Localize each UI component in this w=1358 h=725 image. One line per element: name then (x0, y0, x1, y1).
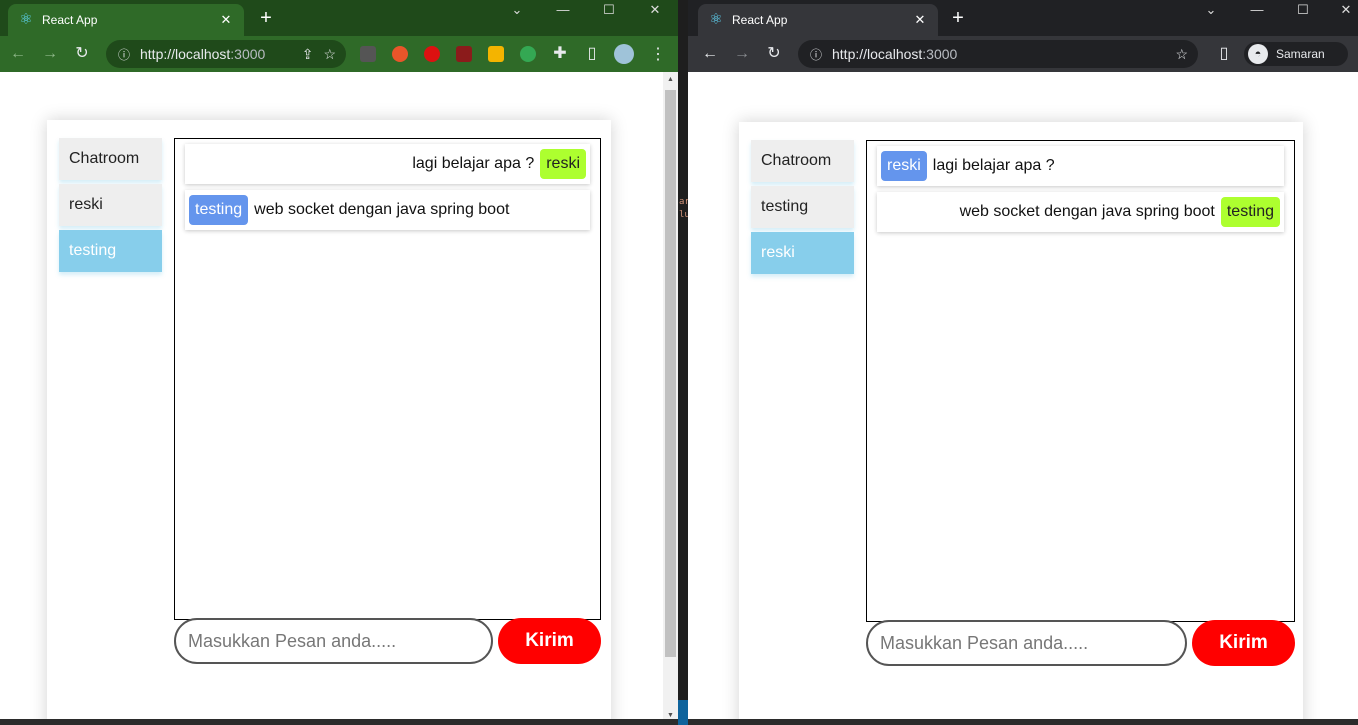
window-close-icon[interactable]: ✕ (1334, 2, 1358, 18)
chat-container: Chatroom reski testing lagi belajar apa … (47, 120, 611, 725)
plus-icon[interactable]: + (948, 7, 968, 30)
page-viewport: Chatroom reski testing lagi belajar apa … (0, 72, 678, 725)
incognito-profile[interactable]: ◓ Samaran (1244, 42, 1348, 66)
sender-badge: testing (1220, 197, 1280, 227)
reload-icon[interactable]: ↻ (72, 44, 92, 64)
message-text: web socket dengan java spring boot (254, 201, 510, 218)
extension-icon[interactable] (520, 46, 536, 62)
kebab-icon[interactable]: ⋮ (650, 44, 666, 64)
member-item-testing[interactable]: testing (751, 186, 854, 228)
scroll-thumb[interactable] (665, 90, 676, 657)
plus-icon[interactable]: + (256, 7, 276, 30)
profile-avatar[interactable] (614, 44, 634, 64)
message-text: lagi belajar apa ? (932, 157, 1055, 174)
sender-badge: reski (540, 149, 586, 179)
address-bar[interactable]: ⓘ http://localhost:3000 ☆ (798, 40, 1198, 68)
extension-icon[interactable] (360, 46, 376, 62)
sidepanel-icon[interactable]: ▯ (582, 44, 602, 64)
address-bar[interactable]: ⓘ http://localhost:3000 ⇪ ☆ (106, 40, 346, 68)
forward-icon[interactable]: → (40, 44, 60, 64)
duckduckgo-icon[interactable] (392, 46, 408, 62)
member-item-chatroom[interactable]: Chatroom (59, 138, 162, 180)
star-icon[interactable]: ☆ (323, 46, 336, 63)
member-item-chatroom[interactable]: Chatroom (751, 140, 854, 182)
member-item-reski[interactable]: reski (751, 232, 854, 274)
puzzle-icon[interactable]: ✚ (550, 44, 570, 64)
editor-statusbar (678, 700, 688, 725)
back-icon[interactable]: ← (8, 44, 28, 64)
background-editor: ar lu (678, 0, 690, 725)
tab-search-icon[interactable]: ⌄ (505, 2, 529, 18)
message-item: reski lagi belajar apa ? (877, 146, 1284, 186)
tab-title: React App (732, 13, 788, 27)
minimize-icon[interactable]: — (551, 2, 575, 17)
tab-search-icon[interactable]: ⌄ (1199, 2, 1223, 18)
page-viewport: Chatroom testing reski reski lagi belaja… (688, 72, 1358, 725)
browser-tab[interactable]: ⚛ React App ✕ (698, 4, 938, 36)
message-input[interactable]: Masukkan Pesan anda..... (866, 620, 1187, 666)
browser-toolbar: ← → ↻ ⓘ http://localhost:3000 ⇪ ☆ ✚ ▯ ⋮ (0, 36, 678, 72)
sidepanel-icon[interactable]: ▯ (1214, 44, 1234, 64)
close-icon[interactable]: ✕ (912, 12, 928, 28)
url-text: http://localhost:3000 (832, 46, 958, 62)
sender-badge: testing (189, 195, 249, 225)
react-logo-icon: ⚛ (19, 11, 33, 28)
message-list: reski lagi belajar apa ? web socket deng… (866, 140, 1295, 622)
tab-strip: ⚛ React App ✕ + ⌄ — ☐ ✕ (0, 0, 678, 36)
message-item: lagi belajar apa ? reski (185, 144, 590, 184)
extension-icon[interactable] (456, 46, 472, 62)
info-icon[interactable]: ⓘ (808, 46, 824, 63)
scrollbar[interactable]: ▲ ▼ (663, 72, 678, 725)
close-icon[interactable]: ✕ (218, 12, 234, 28)
window-close-icon[interactable]: ✕ (643, 2, 667, 18)
info-icon[interactable]: ⓘ (116, 46, 132, 63)
minimize-icon[interactable]: — (1245, 2, 1269, 17)
taskbar-strip (688, 719, 1358, 725)
member-list: Chatroom testing reski (751, 140, 854, 278)
message-item: testing web socket dengan java spring bo… (185, 190, 590, 230)
reload-icon[interactable]: ↻ (764, 44, 784, 64)
send-row: Masukkan Pesan anda..... Kirim (866, 620, 1295, 668)
tab-strip: ⚛ React App ✕ + ⌄ — ☐ ✕ (688, 0, 1358, 36)
url-text: http://localhost:3000 (140, 46, 266, 62)
message-input[interactable]: Masukkan Pesan anda..... (174, 618, 493, 664)
star-icon[interactable]: ☆ (1175, 46, 1188, 63)
share-icon[interactable]: ⇪ (302, 46, 314, 63)
message-text: lagi belajar apa ? (412, 155, 535, 172)
message-list: lagi belajar apa ? reski testing web soc… (174, 138, 601, 620)
browser-toolbar: ← → ↻ ⓘ http://localhost:3000 ☆ ▯ ◓ Sama… (688, 36, 1358, 72)
back-icon[interactable]: ← (700, 44, 720, 64)
scroll-up-icon[interactable]: ▲ (663, 76, 678, 83)
maximize-icon[interactable]: ☐ (1291, 2, 1315, 18)
browser-window-left: ⚛ React App ✕ + ⌄ — ☐ ✕ ← → ↻ ⓘ http://l… (0, 0, 678, 725)
extension-icon[interactable] (488, 46, 504, 62)
send-button[interactable]: Kirim (498, 618, 601, 664)
browser-tab[interactable]: ⚛ React App ✕ (8, 4, 244, 36)
taskbar-strip (0, 719, 678, 725)
member-item-reski[interactable]: reski (59, 184, 162, 226)
tab-title: React App (42, 13, 98, 27)
send-row: Masukkan Pesan anda..... Kirim (174, 618, 601, 666)
sender-badge: reski (881, 151, 927, 181)
browser-window-right: ⚛ React App ✕ + ⌄ — ☐ ✕ ← → ↻ ⓘ http://l… (688, 0, 1358, 725)
maximize-icon[interactable]: ☐ (597, 2, 621, 18)
message-item: web socket dengan java spring boot testi… (877, 192, 1284, 232)
incognito-icon: ◓ (1248, 44, 1268, 64)
adblock-icon[interactable] (424, 46, 440, 62)
send-button[interactable]: Kirim (1192, 620, 1295, 666)
message-text: web socket dengan java spring boot (959, 203, 1215, 220)
scroll-down-icon[interactable]: ▼ (663, 712, 678, 719)
forward-icon[interactable]: → (732, 44, 752, 64)
react-logo-icon: ⚛ (709, 11, 723, 28)
profile-name: Samaran (1276, 47, 1325, 61)
chat-container: Chatroom testing reski reski lagi belaja… (739, 122, 1303, 725)
member-item-testing[interactable]: testing (59, 230, 162, 272)
member-list: Chatroom reski testing (59, 138, 162, 276)
